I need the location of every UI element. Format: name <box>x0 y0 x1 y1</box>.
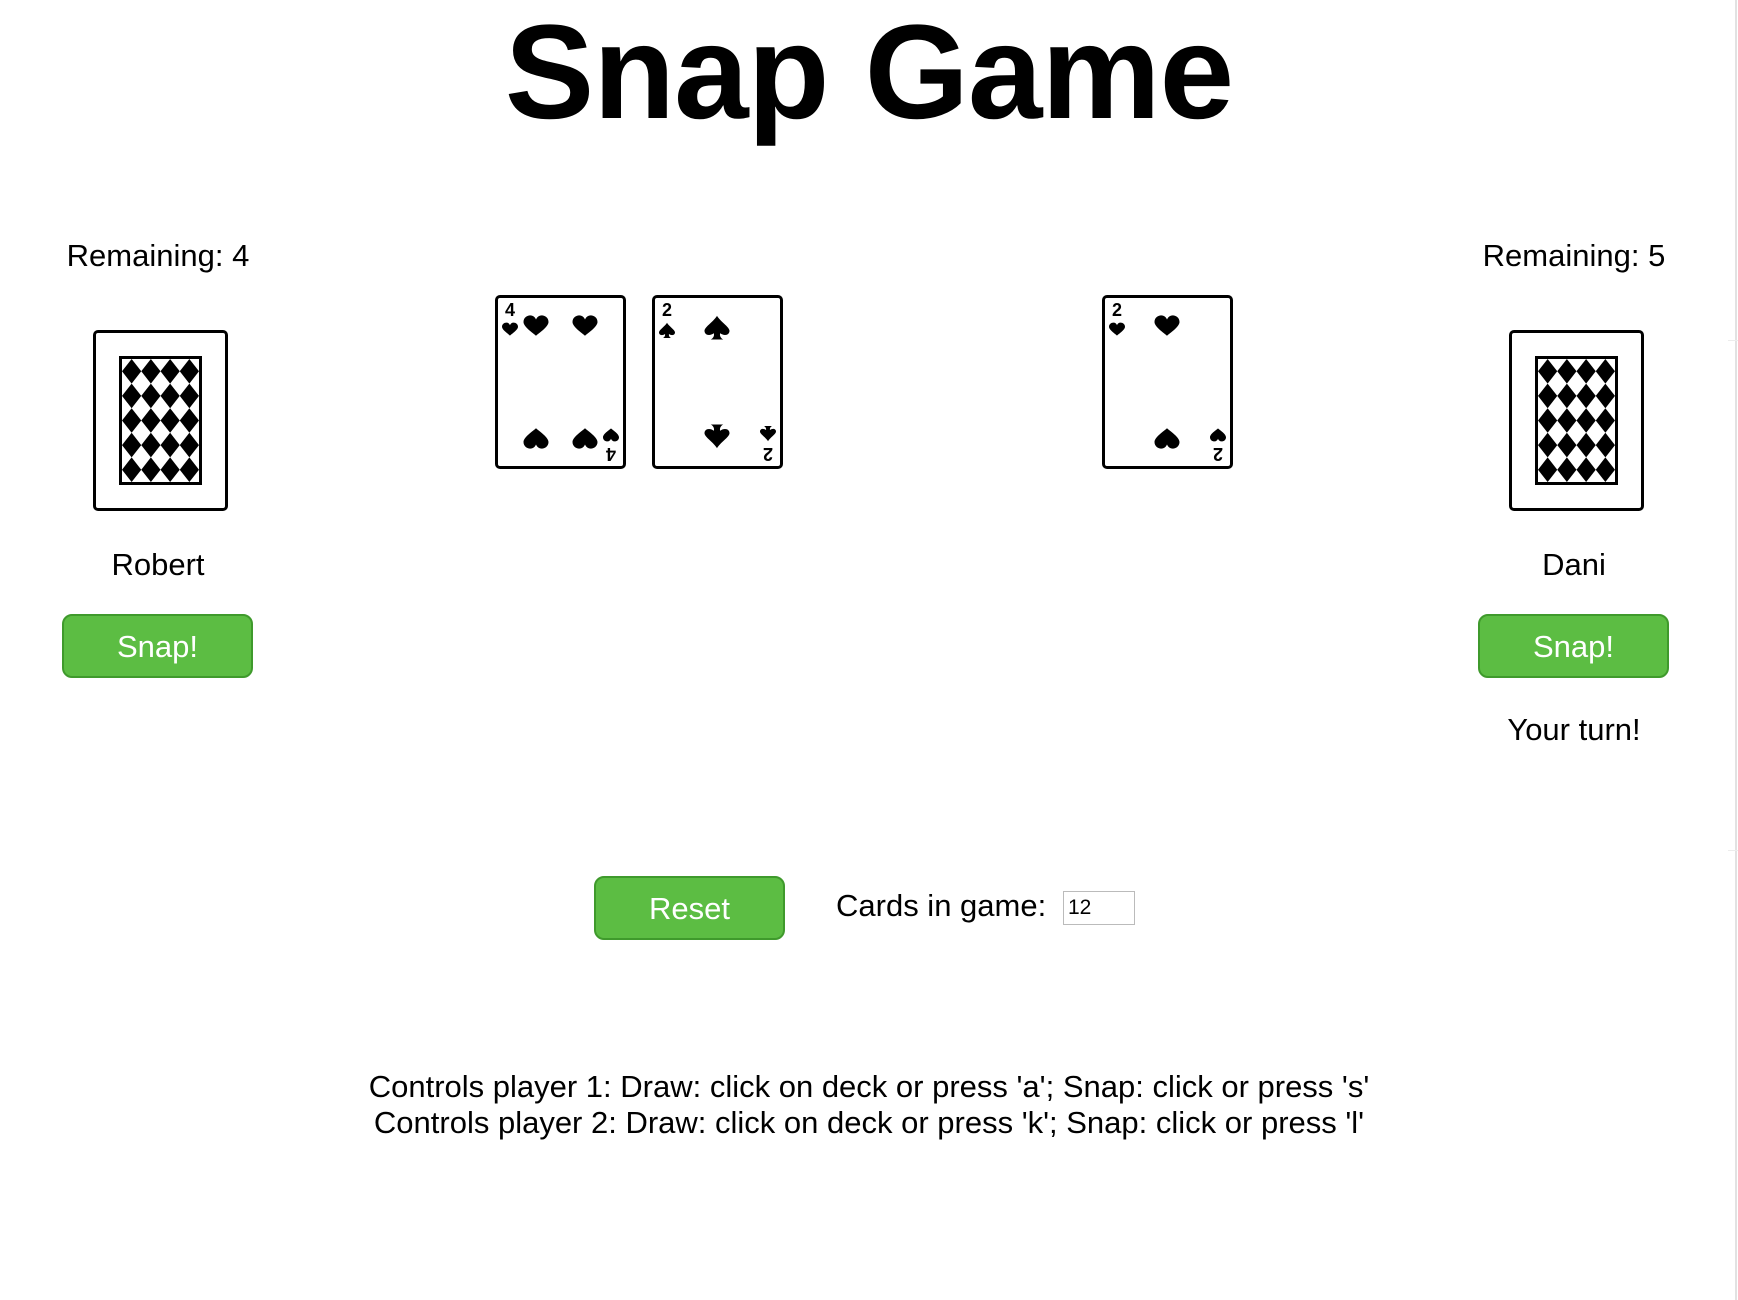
spade-icon <box>704 424 730 449</box>
card-rank: 2 <box>763 444 773 464</box>
page-title: Snap Game <box>504 0 1234 147</box>
card-back-pattern <box>119 356 202 485</box>
spade-icon <box>760 426 776 442</box>
heart-icon <box>1210 428 1226 442</box>
cards-in-game-input[interactable] <box>1063 891 1135 925</box>
played-card: 22 <box>652 295 783 469</box>
controls-player2: Controls player 2: Draw: click on deck o… <box>373 1105 1365 1140</box>
played-card: 44 <box>495 295 626 469</box>
card-rank: 2 <box>662 300 672 320</box>
heart-icon <box>1154 428 1180 449</box>
heart-icon <box>502 322 518 336</box>
card-face: 22 <box>659 300 776 464</box>
heart-icon <box>603 428 619 442</box>
heart-icon <box>572 428 598 449</box>
player1-deck[interactable] <box>93 330 228 511</box>
controls-player1: Controls player 1: Draw: click on deck o… <box>368 1069 1370 1104</box>
heart-icon <box>1154 315 1180 336</box>
card-back-pattern <box>1535 356 1618 485</box>
card-face: 22 <box>1109 300 1226 464</box>
card-rank: 4 <box>505 300 515 320</box>
card-rank: 2 <box>1213 444 1223 464</box>
heart-icon <box>523 428 549 449</box>
heart-icon <box>572 315 598 336</box>
card-rank: 4 <box>606 444 616 464</box>
spade-icon <box>704 315 730 340</box>
player2-deck[interactable] <box>1509 330 1644 511</box>
spade-icon <box>659 322 675 338</box>
heart-icon <box>1109 322 1125 336</box>
controls-help: Controls player 1: Draw: click on deck o… <box>0 1069 1738 1141</box>
window-edge-tick <box>1728 340 1738 341</box>
heart-icon <box>523 315 549 336</box>
player1-name: Robert <box>111 547 205 582</box>
played-card: 22 <box>1102 295 1233 469</box>
card-face: 44 <box>502 300 619 464</box>
reset-button[interactable]: Reset <box>594 876 785 940</box>
player2-name: Dani <box>1542 547 1606 582</box>
cards-in-game-label: Cards in game: <box>836 888 1047 923</box>
player2-remaining: Remaining: 5 <box>1482 238 1666 273</box>
player2-turn-status: Your turn! <box>1507 712 1641 747</box>
player2-snap-button[interactable]: Snap! <box>1478 614 1669 678</box>
card-rank: 2 <box>1112 300 1122 320</box>
player1-snap-button[interactable]: Snap! <box>62 614 253 678</box>
player1-remaining: Remaining: 4 <box>66 238 250 273</box>
window-edge-tick <box>1728 850 1738 851</box>
